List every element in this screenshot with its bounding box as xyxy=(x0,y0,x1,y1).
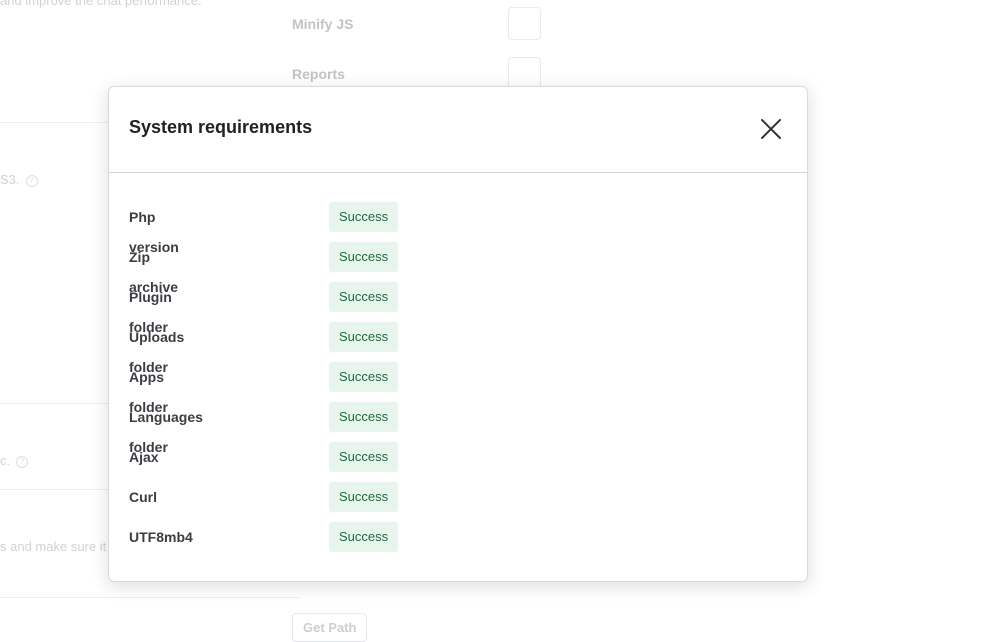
status-badge: Success xyxy=(329,442,399,472)
modal-header: System requirements xyxy=(109,87,807,173)
status-badge: Success xyxy=(329,202,399,232)
modal-title: System requirements xyxy=(129,117,313,137)
requirement-label: Curl xyxy=(129,489,157,505)
status-badge: Success xyxy=(329,402,399,432)
close-button[interactable] xyxy=(759,117,783,141)
system-requirements-modal: System requirements Php version Success … xyxy=(108,86,808,582)
status-badge: Success xyxy=(329,242,399,272)
status-badge: Success xyxy=(329,282,399,312)
status-badge: Success xyxy=(329,322,399,352)
status-badge: Success xyxy=(329,522,399,552)
status-badge: Success xyxy=(329,362,399,392)
status-badge: Success xyxy=(329,482,399,512)
requirement-label: UTF8mb4 xyxy=(129,529,193,545)
requirement-label: Ajax xyxy=(129,449,159,465)
close-icon xyxy=(761,119,781,139)
